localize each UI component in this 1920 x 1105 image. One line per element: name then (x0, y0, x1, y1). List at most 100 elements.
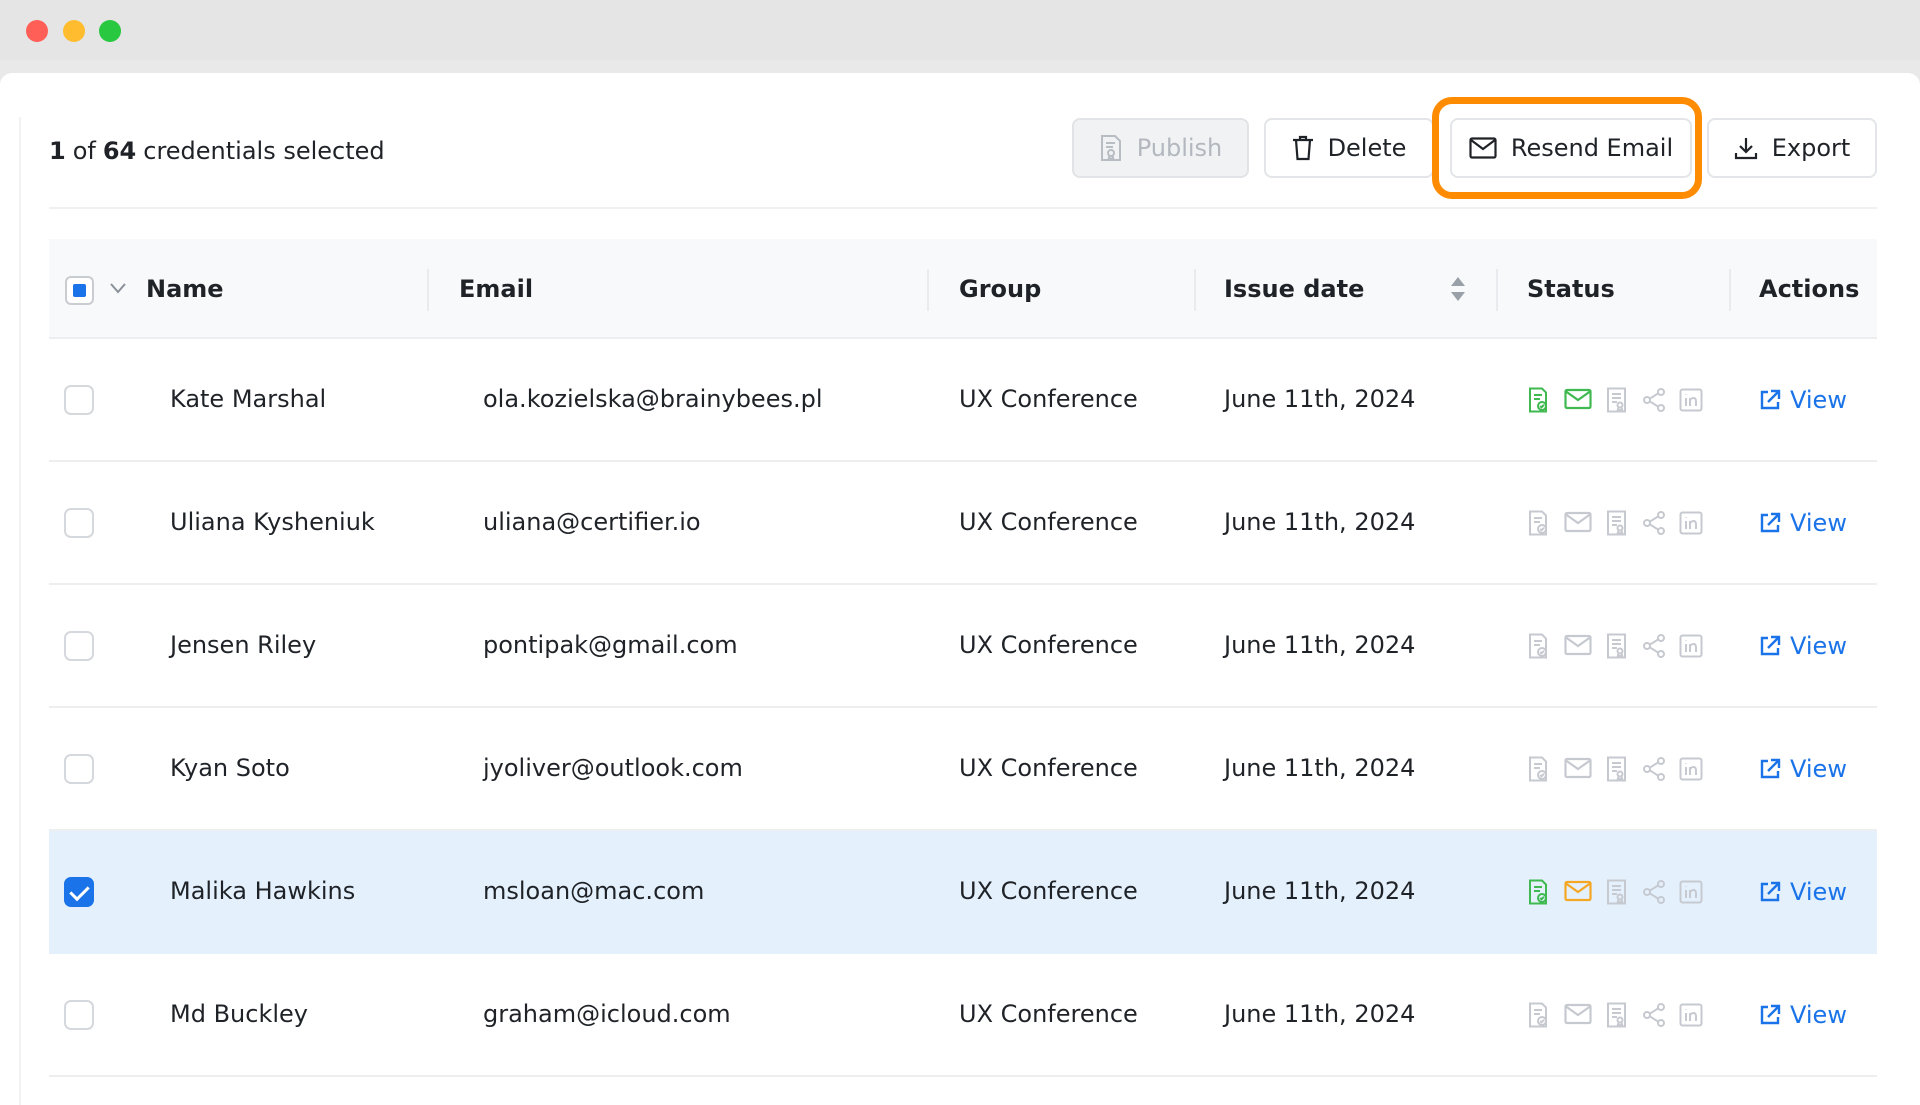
trash-icon (1292, 135, 1313, 161)
selection-summary: 1 of 64 credentials selected (49, 131, 385, 171)
delete-button[interactable]: Delete (1264, 118, 1434, 178)
column-header-actions: Actions (1759, 275, 1860, 303)
cell-email: graham@icloud.com (483, 1000, 731, 1028)
certificate-published-icon[interactable] (1527, 879, 1551, 905)
cell-group: UX Conference (959, 508, 1138, 536)
email-icon[interactable] (1564, 633, 1592, 659)
divider (19, 117, 21, 1105)
certificate-published-icon[interactable] (1527, 510, 1551, 536)
external-link-icon (1760, 512, 1781, 532)
delete-label: Delete (1327, 134, 1407, 162)
share-icon[interactable] (1642, 756, 1666, 782)
export-button[interactable]: Export (1707, 118, 1877, 178)
view-link[interactable]: View (1759, 954, 1847, 1075)
share-icon[interactable] (1642, 510, 1666, 536)
view-link[interactable]: View (1759, 708, 1847, 829)
table-row[interactable]: Kate Marshal ola.kozielska@brainybees.pl U… (49, 339, 1877, 462)
status-icons (1527, 633, 1703, 659)
resend-email-button[interactable]: Resend Email (1450, 118, 1692, 178)
cell-issue-date: June 11th, 2024 (1224, 385, 1416, 413)
close-window-button[interactable] (26, 20, 48, 42)
row-checkbox[interactable] (64, 877, 94, 907)
row-checkbox[interactable] (64, 1000, 94, 1030)
linkedin-icon[interactable] (1679, 387, 1703, 413)
cell-email: jyoliver@outlook.com (483, 754, 743, 782)
view-link[interactable]: View (1759, 585, 1847, 706)
resend-email-label: Resend Email (1510, 134, 1674, 162)
cell-issue-date: June 11th, 2024 (1224, 631, 1416, 659)
credential-viewed-icon[interactable] (1605, 1002, 1629, 1028)
cell-issue-date: June 11th, 2024 (1224, 508, 1416, 536)
credential-viewed-icon[interactable] (1605, 387, 1629, 413)
linkedin-icon[interactable] (1679, 879, 1703, 905)
cell-group: UX Conference (959, 877, 1138, 905)
column-header-group[interactable]: Group (959, 239, 1041, 339)
table-header: Name Email Group Issue date Status Actio… (49, 239, 1877, 339)
export-label: Export (1771, 134, 1851, 162)
certificate-published-icon[interactable] (1527, 756, 1551, 782)
cell-email: ola.kozielska@brainybees.pl (483, 385, 823, 413)
email-icon[interactable] (1564, 756, 1592, 782)
table-row[interactable]: Md Buckley graham@icloud.com UX Conference… (49, 954, 1877, 1077)
view-link[interactable]: View (1759, 831, 1847, 952)
row-checkbox[interactable] (64, 631, 94, 661)
email-icon[interactable] (1564, 387, 1592, 413)
credential-viewed-icon[interactable] (1605, 633, 1629, 659)
sort-icon[interactable] (1450, 276, 1466, 302)
column-header-issue-date[interactable]: Issue date (1224, 239, 1364, 339)
row-checkbox[interactable] (64, 385, 94, 415)
minimize-window-button[interactable] (63, 20, 85, 42)
email-icon[interactable] (1564, 510, 1592, 536)
column-divider (1496, 269, 1498, 311)
share-icon[interactable] (1642, 1002, 1666, 1028)
view-link[interactable]: View (1759, 462, 1847, 583)
view-link[interactable]: View (1759, 339, 1847, 460)
share-icon[interactable] (1642, 879, 1666, 905)
linkedin-icon[interactable] (1679, 756, 1703, 782)
maximize-window-button[interactable] (99, 20, 121, 42)
certificate-published-icon[interactable] (1527, 1002, 1551, 1028)
cell-issue-date: June 11th, 2024 (1224, 1000, 1416, 1028)
total-count: 64 (102, 137, 137, 165)
email-icon[interactable] (1564, 1002, 1592, 1028)
selection-suffix: credentials selected (143, 137, 385, 165)
column-divider (1194, 269, 1196, 311)
external-link-icon (1760, 1004, 1781, 1024)
cell-name: Jensen Riley (170, 631, 317, 659)
external-link-icon (1760, 881, 1781, 901)
row-checkbox[interactable] (64, 754, 94, 784)
cell-name: Md Buckley (170, 1000, 308, 1028)
share-icon[interactable] (1642, 387, 1666, 413)
table-row[interactable]: Malika Hawkins msloan@mac.com UX Conferenc… (49, 831, 1877, 954)
linkedin-icon[interactable] (1679, 1002, 1703, 1028)
linkedin-icon[interactable] (1679, 510, 1703, 536)
column-header-email[interactable]: Email (459, 239, 533, 339)
select-all-checkbox[interactable] (65, 276, 94, 305)
share-icon[interactable] (1642, 633, 1666, 659)
cell-issue-date: June 11th, 2024 (1224, 877, 1416, 905)
certificate-published-icon[interactable] (1527, 633, 1551, 659)
chevron-down-icon[interactable] (109, 277, 127, 299)
credential-viewed-icon[interactable] (1605, 510, 1629, 536)
linkedin-icon[interactable] (1679, 633, 1703, 659)
table-row[interactable]: Uliana Kysheniuk uliana@certifier.io UX Co… (49, 462, 1877, 585)
row-checkbox[interactable] (64, 508, 94, 538)
cell-name: Malika Hawkins (170, 877, 356, 905)
certificate-published-icon[interactable] (1527, 387, 1551, 413)
view-label: View (1790, 385, 1847, 414)
publish-button[interactable]: Publish (1072, 118, 1249, 178)
external-link-icon (1760, 758, 1781, 778)
table-row[interactable]: Kyan Soto jyoliver@outlook.com UX Conferen… (49, 708, 1877, 831)
credential-viewed-icon[interactable] (1605, 756, 1629, 782)
column-divider (927, 269, 929, 311)
view-label: View (1790, 754, 1847, 783)
table-row[interactable]: Jensen Riley pontipak@gmail.com UX Confere… (49, 585, 1877, 708)
cell-issue-date: June 11th, 2024 (1224, 754, 1416, 782)
email-icon[interactable] (1564, 879, 1592, 905)
column-header-status[interactable]: Status (1527, 239, 1615, 339)
certificate-icon (1100, 135, 1121, 162)
status-icons (1527, 510, 1703, 536)
credential-viewed-icon[interactable] (1605, 879, 1629, 905)
column-header-name[interactable]: Name (146, 239, 224, 339)
cell-email: msloan@mac.com (483, 877, 705, 905)
